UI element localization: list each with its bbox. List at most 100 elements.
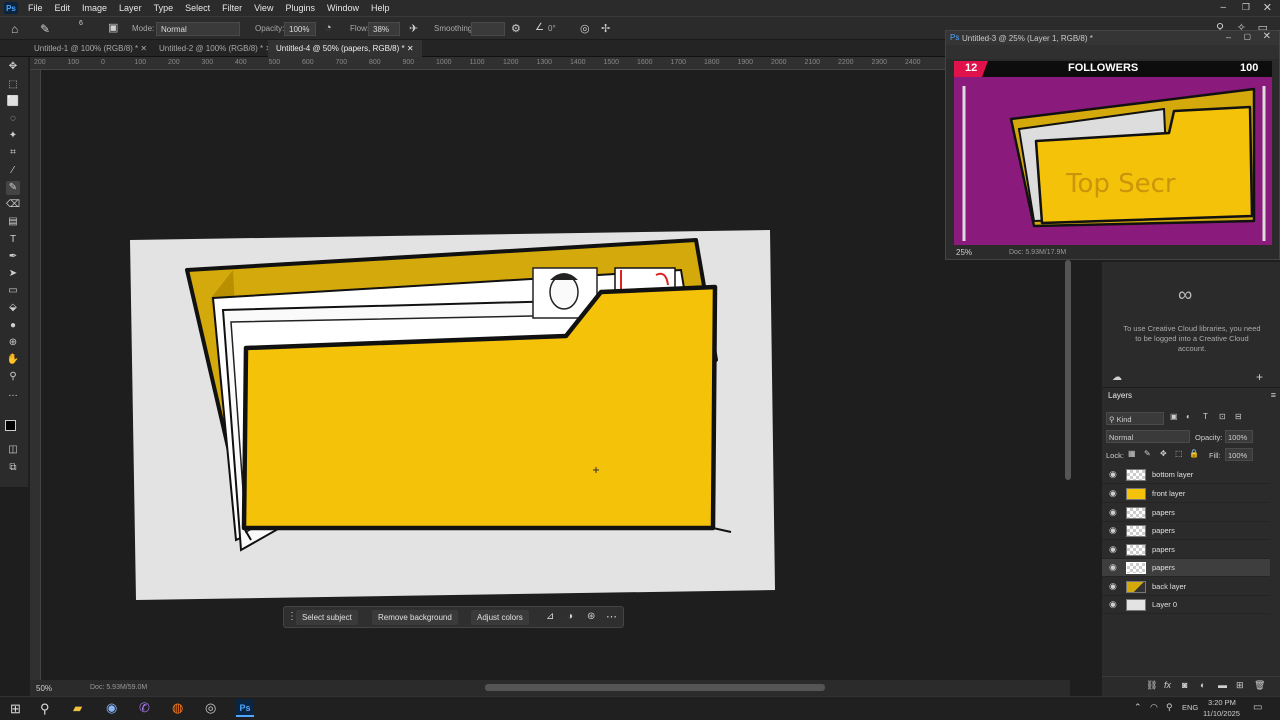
mask-icon[interactable]: ⊛ [587,611,595,622]
screen-mode-icon[interactable]: ⧉ [6,461,20,475]
select-subject-button[interactable]: Select subject [296,610,358,625]
menu-file[interactable]: File [22,3,49,13]
new-adjustment-icon[interactable]: ◐ [1200,680,1205,690]
transform-icon[interactable]: ⊿ [546,611,554,622]
filter-smart-icon[interactable]: ⊟ [1235,412,1242,421]
doc-size[interactable]: Doc: 5.93M/59.0M [90,684,147,691]
layers-title[interactable]: Layers [1108,391,1132,400]
artboard-tool-icon[interactable]: ⬚ [6,78,20,92]
type-tool-icon[interactable]: T [6,233,20,247]
float-close-icon[interactable]: ✕ [1263,31,1271,42]
brush-tool-icon[interactable]: ✎ [6,181,20,195]
vertical-scrollbar[interactable] [1065,260,1071,480]
layer-name[interactable]: back layer [1152,582,1186,591]
mic-icon[interactable]: ⚲ [1166,702,1173,713]
eye-icon[interactable]: ◉ [1109,469,1119,479]
windows-start-icon[interactable]: ⊞ [10,701,21,717]
tab-untitled-2[interactable]: Untitled-2 @ 100% (RGB/8) * ✕ [151,40,280,57]
layer-name[interactable]: papers [1152,545,1175,554]
file-explorer-icon[interactable]: ▰ [73,701,82,715]
eye-icon[interactable]: ◉ [1109,525,1119,535]
tab-untitled-4[interactable]: Untitled-4 @ 50% (papers, RGB/8) * ✕ [268,40,422,57]
more-options-icon[interactable]: ⋯ [606,610,617,623]
zoom-level[interactable]: 50% [36,684,52,693]
eye-icon[interactable]: ◉ [1109,488,1119,498]
menu-edit[interactable]: Edit [49,3,77,13]
canvas-artwork[interactable] [41,70,1061,680]
pressure-opacity-icon[interactable]: ◔ [325,22,332,34]
quick-mask-icon[interactable]: ◫ [6,443,20,457]
layer-name[interactable]: papers [1152,526,1175,535]
brush-tool-icon[interactable]: ✎ [40,22,50,36]
dodge-tool-icon[interactable]: ● [6,319,20,333]
filter-adjustment-icon[interactable]: ◐ [1186,412,1191,421]
clone-tool-icon[interactable]: ⊕ [6,336,20,350]
float-maximize-icon[interactable]: ▢ [1243,32,1251,41]
more-tools-icon[interactable]: … [6,387,20,401]
menu-plugins[interactable]: Plugins [279,3,321,13]
filter-type-icon[interactable]: T [1203,412,1208,421]
layer-row[interactable]: ◉ papers [1102,522,1270,540]
firefox-icon[interactable]: ◍ [172,700,183,716]
chrome-icon[interactable]: ◉ [106,700,117,716]
viber-icon[interactable]: ✆ [139,700,150,716]
add-library-icon[interactable]: + [1256,370,1263,384]
canvas-workspace[interactable] [41,70,1061,680]
mode-dropdown[interactable]: Normal [156,22,240,36]
menu-window[interactable]: Window [321,3,365,13]
layer-row[interactable]: ◉ bottom layer [1102,466,1270,484]
rectangle-tool-icon[interactable]: ▭ [6,284,20,298]
flow-field[interactable]: 38% [368,22,400,36]
tray-overflow-icon[interactable]: ⌃ [1134,702,1142,713]
blend-mode-dropdown[interactable]: Normal [1106,430,1190,443]
menu-type[interactable]: Type [148,3,180,13]
eye-icon[interactable]: ◉ [1109,507,1119,517]
menu-help[interactable]: Help [365,3,396,13]
layer-fill-field[interactable]: 100% [1225,448,1253,461]
floating-document-window[interactable]: Ps Untitled-3 @ 25% (Layer 1, RGB/8) * –… [945,30,1280,260]
symmetry-icon[interactable]: ✢ [601,22,610,35]
layer-row-selected[interactable]: ◉ papers [1102,559,1270,577]
angle-value[interactable]: 0° [548,24,556,33]
menu-image[interactable]: Image [76,3,113,13]
layer-name[interactable]: papers [1152,563,1175,572]
language-indicator[interactable]: ENG [1182,703,1198,712]
obs-icon[interactable]: ◎ [205,700,216,716]
new-group-icon[interactable]: ▬ [1218,680,1227,690]
fill-tool-icon[interactable]: ⬙ [6,301,20,315]
float-doc-size[interactable]: Doc: 5.93M/17.9M [1009,249,1066,256]
filter-pixel-icon[interactable]: ▣ [1170,412,1178,421]
crop-tool-icon[interactable]: ⌗ [6,146,20,160]
filter-shape-icon[interactable]: ⊡ [1219,412,1226,421]
add-mask-icon[interactable]: ◙ [1182,680,1187,690]
eye-icon[interactable]: ◉ [1109,599,1119,609]
cloud-sync-icon[interactable]: ☁ [1112,372,1122,383]
float-zoom[interactable]: 25% [956,248,972,257]
layer-name[interactable]: papers [1152,508,1175,517]
layer-opacity-field[interactable]: 100% [1225,430,1253,443]
eye-icon[interactable]: ◉ [1109,581,1119,591]
tab-close-icon[interactable]: ✕ [407,44,414,53]
search-icon[interactable]: ⚲ [40,701,50,717]
panel-menu-icon[interactable]: ≡ [1271,390,1276,400]
eyedropper-tool-icon[interactable]: ⁄ [6,164,20,178]
path-select-tool-icon[interactable]: ➤ [6,267,20,281]
remove-background-button[interactable]: Remove background [372,610,458,625]
adjust-colors-button[interactable]: Adjust colors [471,610,529,625]
move-tool-icon[interactable]: ✥ [6,60,20,74]
eye-icon[interactable]: ◉ [1109,544,1119,554]
fx-icon[interactable]: fx [1164,680,1171,690]
layer-name[interactable]: Layer 0 [1152,600,1177,609]
lock-pixels-icon[interactable]: ✎ [1144,449,1151,458]
airbrush-icon[interactable]: ✈ [409,22,418,35]
link-layers-icon[interactable]: ⛓ [1146,680,1157,691]
eraser-tool-icon[interactable]: ⌫ [6,198,20,212]
lock-transparent-icon[interactable]: ▦ [1128,449,1136,458]
lock-position-icon[interactable]: ✥ [1160,449,1167,458]
horizontal-scrollbar[interactable] [485,684,825,691]
wifi-icon[interactable]: ◠ [1150,702,1158,713]
minimize-icon[interactable]: – [1220,2,1226,13]
trash-icon[interactable]: 🗑 [1254,680,1265,691]
menu-filter[interactable]: Filter [216,3,248,13]
pen-tool-icon[interactable]: ✒ [6,250,20,264]
